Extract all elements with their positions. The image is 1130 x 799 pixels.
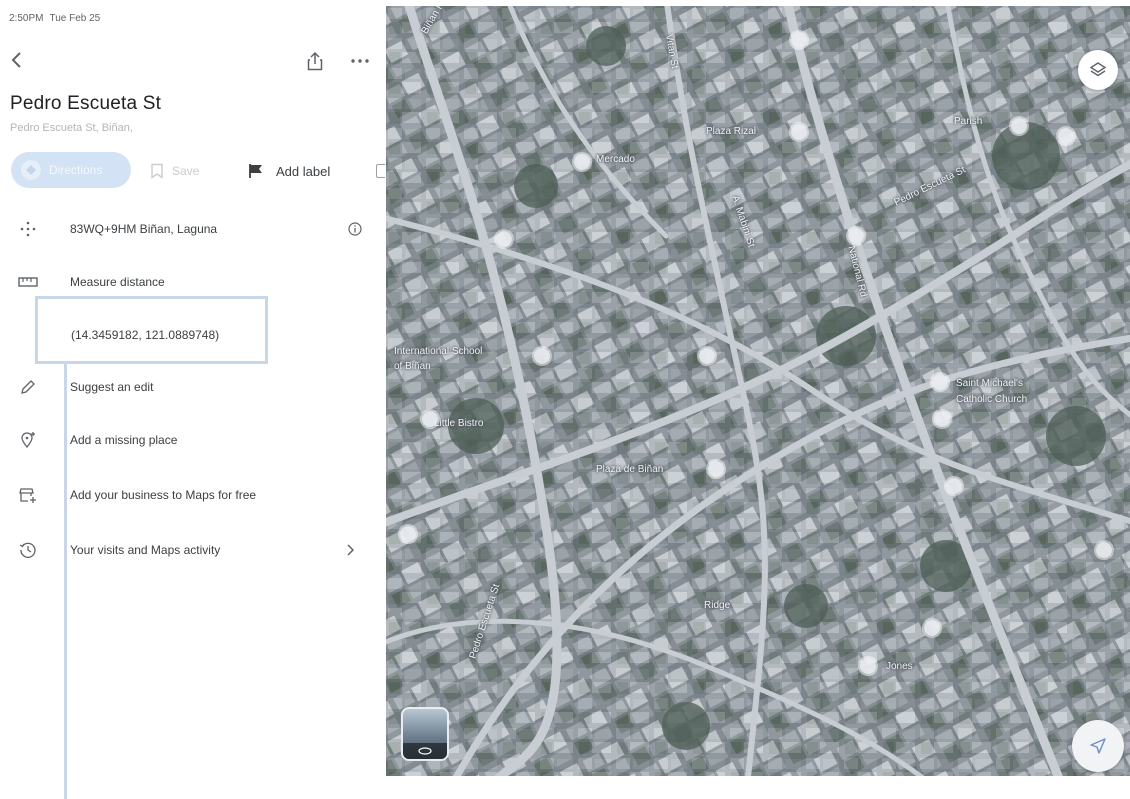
map-label: Parish [954,116,983,127]
add-label-button[interactable]: Add label [248,158,330,184]
suggest-edit-text: Suggest an edit [70,380,154,394]
place-pin[interactable] [860,658,876,674]
measure-distance-text: Measure distance [70,275,165,289]
map-label: Plaza de Biñan [596,464,664,475]
map-label: Saint Michael's [956,378,1023,389]
suggest-edit-row[interactable]: Suggest an edit [0,372,385,402]
more-horizontal-icon [351,59,369,63]
place-pin[interactable] [924,620,940,636]
map-label: Catholic Church [956,394,1028,405]
map-label: of Biñan [394,361,431,372]
place-pin[interactable] [934,411,950,427]
place-title: Pedro Escueta St [10,93,162,114]
layers-button[interactable] [1078,50,1118,90]
directions-label: Directions [49,163,103,177]
plus-code-icon [16,217,40,241]
map-label: Mercado [596,154,635,165]
status-time: 2:50PM [9,13,44,24]
place-pin[interactable] [791,124,807,140]
add-business-row[interactable]: Add your business to Maps for free [0,480,385,510]
chevron-right-icon [343,543,357,557]
add-label-label: Add label [276,163,331,179]
place-pin[interactable] [848,228,864,244]
place-pin[interactable] [708,461,724,477]
place-pin[interactable] [791,32,807,48]
place-pin[interactable] [534,348,550,364]
status-date: Tue Feb 25 [49,13,101,24]
status-bar: 2:50PM Tue Feb 25 [9,13,100,24]
street-view-badge [403,743,447,759]
chevron-left-icon [11,52,21,68]
save-button[interactable]: Save [150,158,199,184]
coordinates-highlight[interactable]: (14.3459182, 121.0889748) [35,296,268,364]
place-pin[interactable] [496,231,512,247]
add-location-icon [16,428,40,452]
place-subtitle: Pedro Escueta St, Biñan, [10,122,133,134]
directions-icon [21,160,41,180]
satellite-map[interactable]: Biñan Rd Vitan St Pedro Escueta St A. Ma… [386,6,1130,776]
place-pin[interactable] [400,526,416,542]
map-label: Plaza Rizal [706,126,757,137]
add-business-icon [16,483,40,507]
bookmark-icon [151,163,163,179]
place-pin[interactable] [422,411,438,427]
share-icon [307,51,323,71]
place-pin[interactable] [1096,542,1112,558]
pencil-icon [16,375,40,399]
more-button[interactable] [348,52,372,70]
history-icon [16,538,40,562]
navigation-arrow-icon [1090,738,1106,754]
street-view-thumbnail[interactable] [401,707,449,761]
place-pin[interactable] [574,154,590,170]
ruler-icon [16,270,40,294]
map-label: International School [394,346,483,357]
directions-button[interactable]: Directions [11,152,131,188]
back-button[interactable] [6,50,26,70]
place-pin[interactable] [932,374,948,390]
place-pin[interactable] [699,348,715,364]
place-pin[interactable] [946,478,962,494]
map-label: Little Bistro [434,418,484,429]
place-pin[interactable] [1058,128,1074,144]
add-business-text: Add your business to Maps for free [70,488,257,502]
measure-distance-row[interactable]: Measure distance [0,267,385,297]
coordinates-text: (14.3459182, 121.0889748) [71,328,220,342]
info-icon[interactable] [347,221,363,237]
my-location-button[interactable] [1072,720,1124,772]
save-label: Save [172,164,200,178]
place-details-panel: 2:50PM Tue Feb 25 Pedro Escueta St Pedro … [0,0,385,799]
visits-activity-row[interactable]: Your visits and Maps activity [0,535,385,565]
more-actions-button-partial[interactable] [376,164,385,178]
plus-code-row[interactable]: 83WQ+9HM Biñan, Laguna [0,214,385,244]
add-missing-place-text: Add a missing place [70,433,178,447]
share-button[interactable] [304,50,326,72]
visits-activity-text: Your visits and Maps activity [70,543,221,557]
flag-icon [249,164,262,178]
rotate-360-icon [418,747,432,755]
place-pin[interactable] [1011,118,1027,134]
map-label: Jones [886,661,913,672]
layers-icon [1089,62,1107,77]
plus-code-text: 83WQ+9HM Biñan, Laguna [70,222,218,236]
map-label: Ridge [704,600,731,611]
add-missing-place-row[interactable]: Add a missing place [0,425,385,455]
